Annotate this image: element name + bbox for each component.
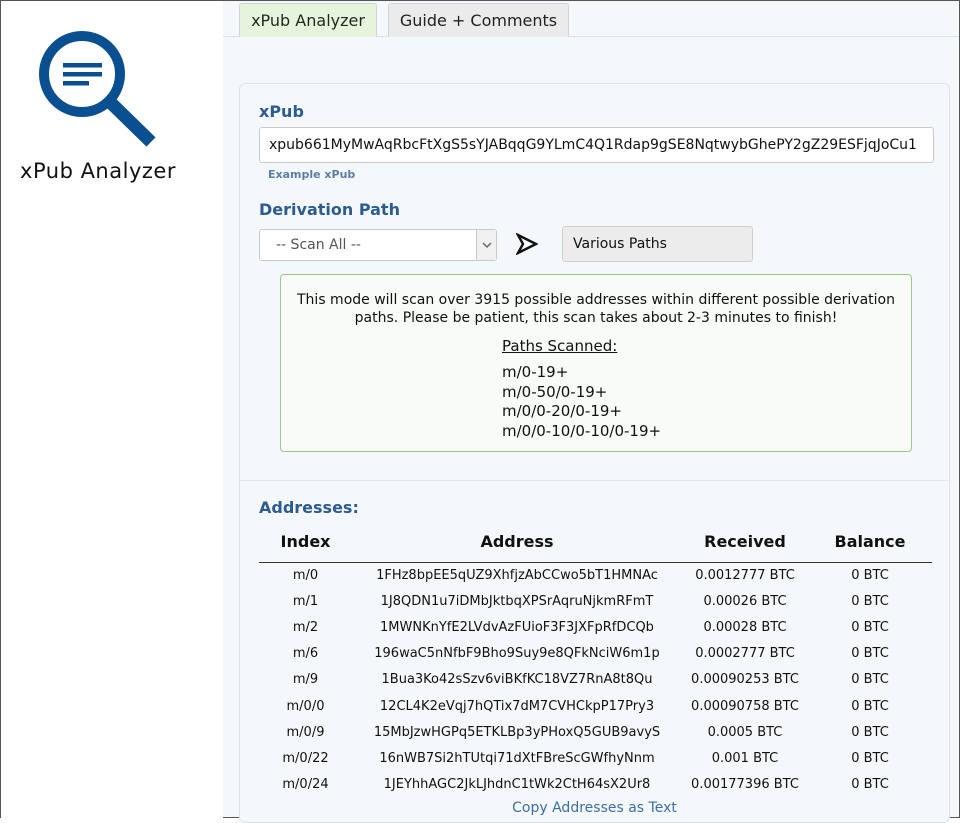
table-row: m/0/0 12CL4K2eVqj7hQTix7dM7CVHCkpP17Pry3 0… — [259, 693, 932, 719]
tab-guide-comments[interactable]: Guide + Comments — [388, 3, 569, 37]
cell-index: m/0/24 — [282, 777, 329, 793]
cell-index: m/9 — [292, 672, 319, 688]
cell-address: 1MWNKnYfE2LVdvAzFUioF3F3JXFpRfDCQb — [380, 619, 654, 635]
cell-index: m/0 — [292, 567, 319, 583]
cell-balance: 0 BTC — [851, 593, 889, 609]
cell-received: 0.00026 BTC — [703, 593, 787, 609]
table-row: m/0/9 15MbJzwHGPq5ETKLBp3yPHoxQ5GUB9avyS 0… — [259, 719, 932, 745]
table-row: m/9 1Bua3Ko42sSzv6viBKfKC18VZ7RnA8t8Qu 0.0… — [259, 667, 932, 693]
table-row: m/0 1FHz8bpEE5qUZ9XhfjzAbCCwo5bT1HMNAc 0.0… — [259, 562, 932, 588]
column-header-address: Address — [352, 522, 682, 563]
derivation-path-selected: -- Scan All -- — [276, 237, 361, 253]
cell-balance: 0 BTC — [851, 646, 889, 662]
addresses-table-body: m/0 1FHz8bpEE5qUZ9XhfjzAbCCwo5bT1HMNAc 0.0… — [259, 562, 932, 798]
cell-received: 0.0012777 BTC — [695, 567, 795, 583]
cell-received: 0.00028 BTC — [703, 619, 787, 635]
cell-index: m/1 — [292, 593, 319, 609]
addresses-table: Index Address Received Balance m/0 1FHz8b… — [259, 522, 932, 798]
cell-address: 1J8QDN1u7iDMbJktbqXPSrAqruNjkmRFmT — [380, 593, 654, 609]
copy-addresses-link[interactable]: Copy Addresses as Text — [240, 800, 949, 816]
scan-info-message: This mode will scan over 3915 possible a… — [297, 292, 895, 326]
cell-received: 0.0002777 BTC — [695, 646, 795, 662]
tab-bar: xPub Analyzer Guide + Comments — [223, 1, 959, 37]
cell-received: 0.00090253 BTC — [691, 672, 799, 688]
paths-scanned-title: Paths Scanned: — [502, 337, 618, 355]
path-item: m/0/0-20/0-19+ — [502, 402, 622, 420]
cell-address: 16nWB7Si2hTUtqi71dXtFBreScGWfhyNnm — [379, 750, 655, 766]
section-divider — [240, 480, 949, 481]
xpub-input[interactable] — [259, 127, 934, 163]
table-row: m/0/24 1JEYhhAGC2JkLJhdnC1tWk2CtH64sX2Ur8… — [259, 772, 932, 798]
cell-balance: 0 BTC — [851, 698, 889, 714]
cell-address: 1FHz8bpEE5qUZ9XhfjzAbCCwo5bT1HMNAc — [376, 567, 658, 583]
cell-index: m/0/9 — [286, 724, 325, 740]
cell-index: m/2 — [292, 619, 319, 635]
cell-balance: 0 BTC — [851, 750, 889, 766]
paths-scanned-list: m/0-19+ m/0-50/0-19+ m/0/0-20/0-19+ m/0/… — [502, 363, 911, 441]
xpub-label: xPub — [259, 102, 304, 121]
path-item: m/0/0-10/0-10/0-19+ — [502, 421, 662, 440]
cell-address: 1Bua3Ko42sSzv6viBKfKC18VZ7RnA8t8Qu — [381, 672, 653, 688]
cell-address: 1JEYhhAGC2JkLJhdnC1tWk2CtH64sX2Ur8 — [383, 777, 651, 793]
cell-address: 196waC5nNfbF9Bho9Suy9e8QFkNciW6m1p — [374, 646, 660, 662]
path-display: Various Paths — [562, 226, 753, 262]
derivation-path-label: Derivation Path — [259, 200, 400, 219]
sidebar: xPub Analyzer — [1, 1, 223, 819]
path-item: m/0-19+ — [502, 363, 569, 381]
cell-received: 0.00090758 BTC — [691, 698, 799, 714]
table-row: m/0/22 16nWB7Si2hTUtqi71dXtFBreScGWfhyNnm… — [259, 745, 932, 771]
cell-index: m/0/0 — [286, 698, 325, 714]
cell-index: m/6 — [292, 646, 319, 662]
table-row: m/6 196waC5nNfbF9Bho9Suy9e8QFkNciW6m1p 0.0… — [259, 641, 932, 667]
cell-balance: 0 BTC — [851, 619, 889, 635]
cell-balance: 0 BTC — [851, 672, 889, 688]
cell-address: 12CL4K2eVqj7hQTix7dM7CVHCkpP17Pry3 — [379, 698, 655, 714]
tab-xpub-analyzer[interactable]: xPub Analyzer — [239, 3, 377, 37]
scan-info-box: This mode will scan over 3915 possible a… — [280, 274, 912, 452]
cell-received: 0.0005 BTC — [707, 724, 783, 740]
column-header-received: Received — [682, 522, 808, 563]
send-arrow-icon[interactable] — [516, 233, 538, 255]
cell-index: m/0/22 — [282, 750, 329, 766]
cell-balance: 0 BTC — [851, 777, 889, 793]
column-header-index: Index — [259, 522, 352, 563]
table-header-row: Index Address Received Balance — [259, 522, 932, 563]
derivation-path-select[interactable]: -- Scan All -- — [259, 229, 497, 261]
table-row: m/2 1MWNKnYfE2LVdvAzFUioF3F3JXFpRfDCQb 0.0… — [259, 614, 932, 640]
cell-received: 0.001 BTC — [711, 750, 779, 766]
analyzer-panel: xPub Example xPub Derivation Path -- Sca… — [239, 83, 950, 823]
cell-balance: 0 BTC — [851, 724, 889, 740]
cell-balance: 0 BTC — [851, 567, 889, 583]
path-item: m/0-50/0-19+ — [502, 382, 608, 401]
example-xpub-link[interactable]: Example xPub — [268, 168, 355, 181]
cell-received: 0.00177396 BTC — [691, 777, 799, 793]
column-header-balance: Balance — [808, 522, 932, 563]
table-row: m/1 1J8QDN1u7iDMbJktbqXPSrAqruNjkmRFmT 0.0… — [259, 588, 932, 614]
chevron-down-icon[interactable] — [476, 230, 496, 260]
cell-address: 15MbJzwHGPq5ETKLBp3yPHoxQ5GUB9avyS — [373, 724, 661, 740]
main-area: xPub Analyzer Guide + Comments xPub Exam… — [223, 1, 959, 823]
addresses-label: Addresses: — [259, 498, 359, 517]
app-title: xPub Analyzer — [20, 159, 176, 183]
magnifier-document-icon — [39, 31, 156, 147]
